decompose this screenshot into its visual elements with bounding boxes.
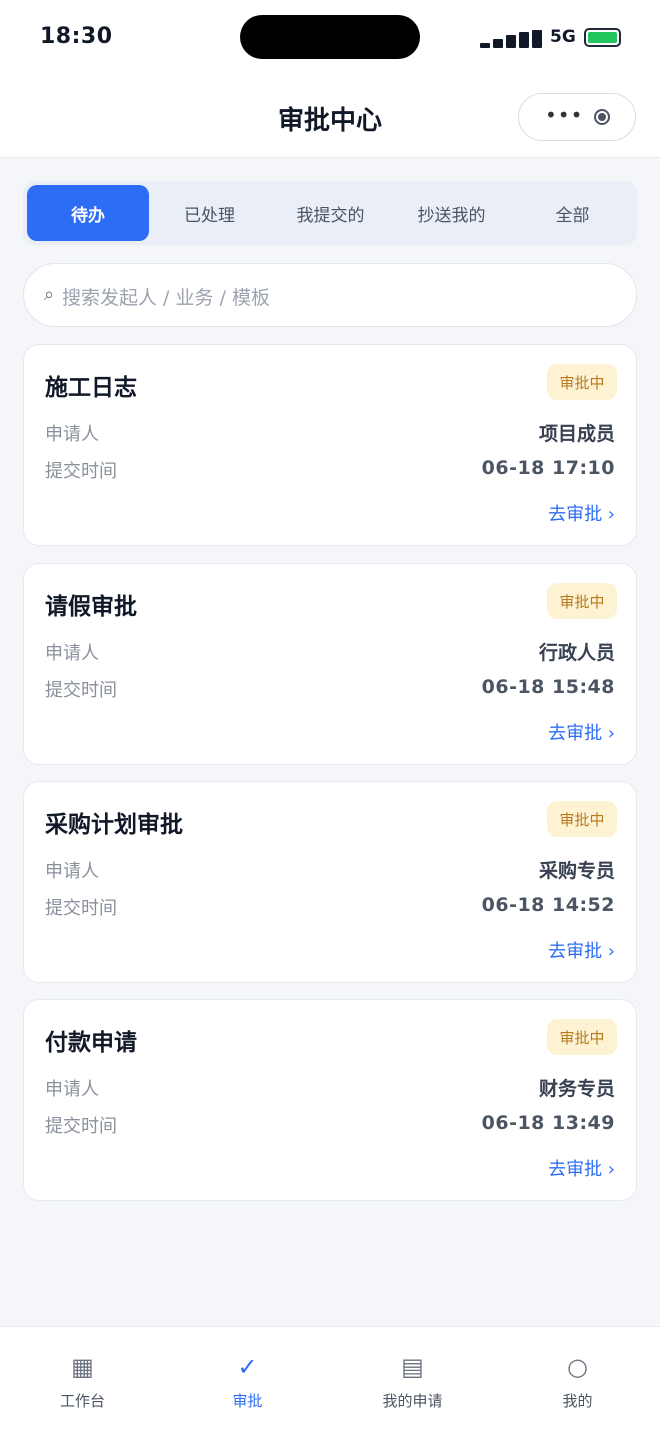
tabbar-label: 工作台: [59, 1392, 105, 1410]
tabbar-label: 我的申请: [382, 1392, 443, 1410]
applicant-value: 行政人员: [538, 642, 615, 664]
tabbar-label: 审批: [232, 1392, 263, 1410]
go-approve-link[interactable]: 去审批 ›: [548, 500, 615, 526]
tabbar-item-my-requests[interactable]: ▤ 我的申请: [330, 1327, 495, 1434]
approval-card[interactable]: 付款申请 审批中 申请人 财务专员 提交时间 06-18 13:49 去审批 ›: [23, 999, 637, 1201]
approval-center-page: 18:30 5G 审批中心 ••• 待办 已处理 我提交的 抄送我的 全部 ⌕ …: [0, 0, 660, 1434]
status-badge: 审批中: [547, 364, 617, 400]
network-type: 5G: [550, 27, 576, 47]
search-placeholder: 搜索发起人 / 业务 / 模板: [62, 287, 270, 309]
go-approve-link[interactable]: 去审批 ›: [548, 937, 615, 963]
approval-card[interactable]: 采购计划审批 审批中 申请人 采购专员 提交时间 06-18 14:52 去审批…: [23, 781, 637, 983]
grid-icon: ▦: [71, 1353, 94, 1381]
submit-time-label: 提交时间: [45, 1116, 117, 1137]
applicant-value: 项目成员: [538, 423, 615, 445]
card-title: 施工日志: [45, 375, 137, 401]
status-badge: 审批中: [547, 1019, 617, 1055]
status-badge: 审批中: [547, 801, 617, 837]
card-title: 请假审批: [45, 594, 137, 620]
tabbar-item-workbench[interactable]: ▦ 工作台: [0, 1327, 165, 1434]
submit-time-label: 提交时间: [45, 680, 117, 701]
tabbar-item-approval[interactable]: ✓ 审批: [165, 1327, 330, 1434]
tab-all[interactable]: 全部: [512, 185, 633, 241]
tab-pending[interactable]: 待办: [27, 185, 149, 241]
search-icon: ⌕: [44, 284, 55, 305]
tab-processed[interactable]: 已处理: [149, 185, 270, 241]
tabbar-item-mine[interactable]: ○ 我的: [495, 1327, 660, 1434]
applicant-label: 申请人: [45, 1079, 99, 1100]
submit-time-value: 06-18 13:49: [481, 1112, 615, 1134]
tab-submitted[interactable]: 我提交的: [270, 185, 391, 241]
submit-time-value: 06-18 15:48: [481, 676, 615, 698]
search-input[interactable]: ⌕ 搜索发起人 / 业务 / 模板: [23, 263, 637, 327]
go-approve-link[interactable]: 去审批 ›: [548, 719, 615, 745]
battery-icon: [584, 28, 621, 47]
go-approve-link[interactable]: 去审批 ›: [548, 1155, 615, 1181]
tabbar-label: 我的: [562, 1392, 593, 1410]
bottom-tab-bar: ▦ 工作台 ✓ 审批 ▤ 我的申请 ○ 我的: [0, 1326, 660, 1434]
check-icon: ✓: [237, 1353, 258, 1381]
applicant-value: 财务专员: [538, 1078, 615, 1100]
dynamic-island: [240, 15, 420, 59]
applicant-label: 申请人: [45, 424, 99, 445]
nav-bar: 审批中心 •••: [0, 78, 660, 158]
close-record-icon[interactable]: [594, 109, 610, 125]
approval-card[interactable]: 请假审批 审批中 申请人 行政人员 提交时间 06-18 15:48 去审批 ›: [23, 563, 637, 765]
tab-cc-me[interactable]: 抄送我的: [391, 185, 512, 241]
submit-time-label: 提交时间: [45, 898, 117, 919]
card-title: 付款申请: [45, 1030, 137, 1056]
filter-tabs: 待办 已处理 我提交的 抄送我的 全部: [23, 181, 637, 245]
document-icon: ▤: [401, 1353, 424, 1381]
status-bar: 18:30 5G: [0, 0, 660, 78]
submit-time-value: 06-18 17:10: [481, 457, 615, 479]
capsule-divider: [577, 106, 578, 128]
submit-time-value: 06-18 14:52: [481, 894, 615, 916]
mini-program-capsule: •••: [518, 93, 636, 141]
card-title: 采购计划审批: [45, 812, 183, 838]
approval-card[interactable]: 施工日志 审批中 申请人 项目成员 提交时间 06-18 17:10 去审批 ›: [23, 344, 637, 546]
applicant-value: 采购专员: [538, 860, 615, 882]
status-badge: 审批中: [547, 583, 617, 619]
applicant-label: 申请人: [45, 861, 99, 882]
applicant-label: 申请人: [45, 643, 99, 664]
status-time: 18:30: [40, 24, 113, 49]
profile-circle-icon: ○: [567, 1353, 588, 1381]
submit-time-label: 提交时间: [45, 461, 117, 482]
signal-icon: [480, 28, 542, 48]
